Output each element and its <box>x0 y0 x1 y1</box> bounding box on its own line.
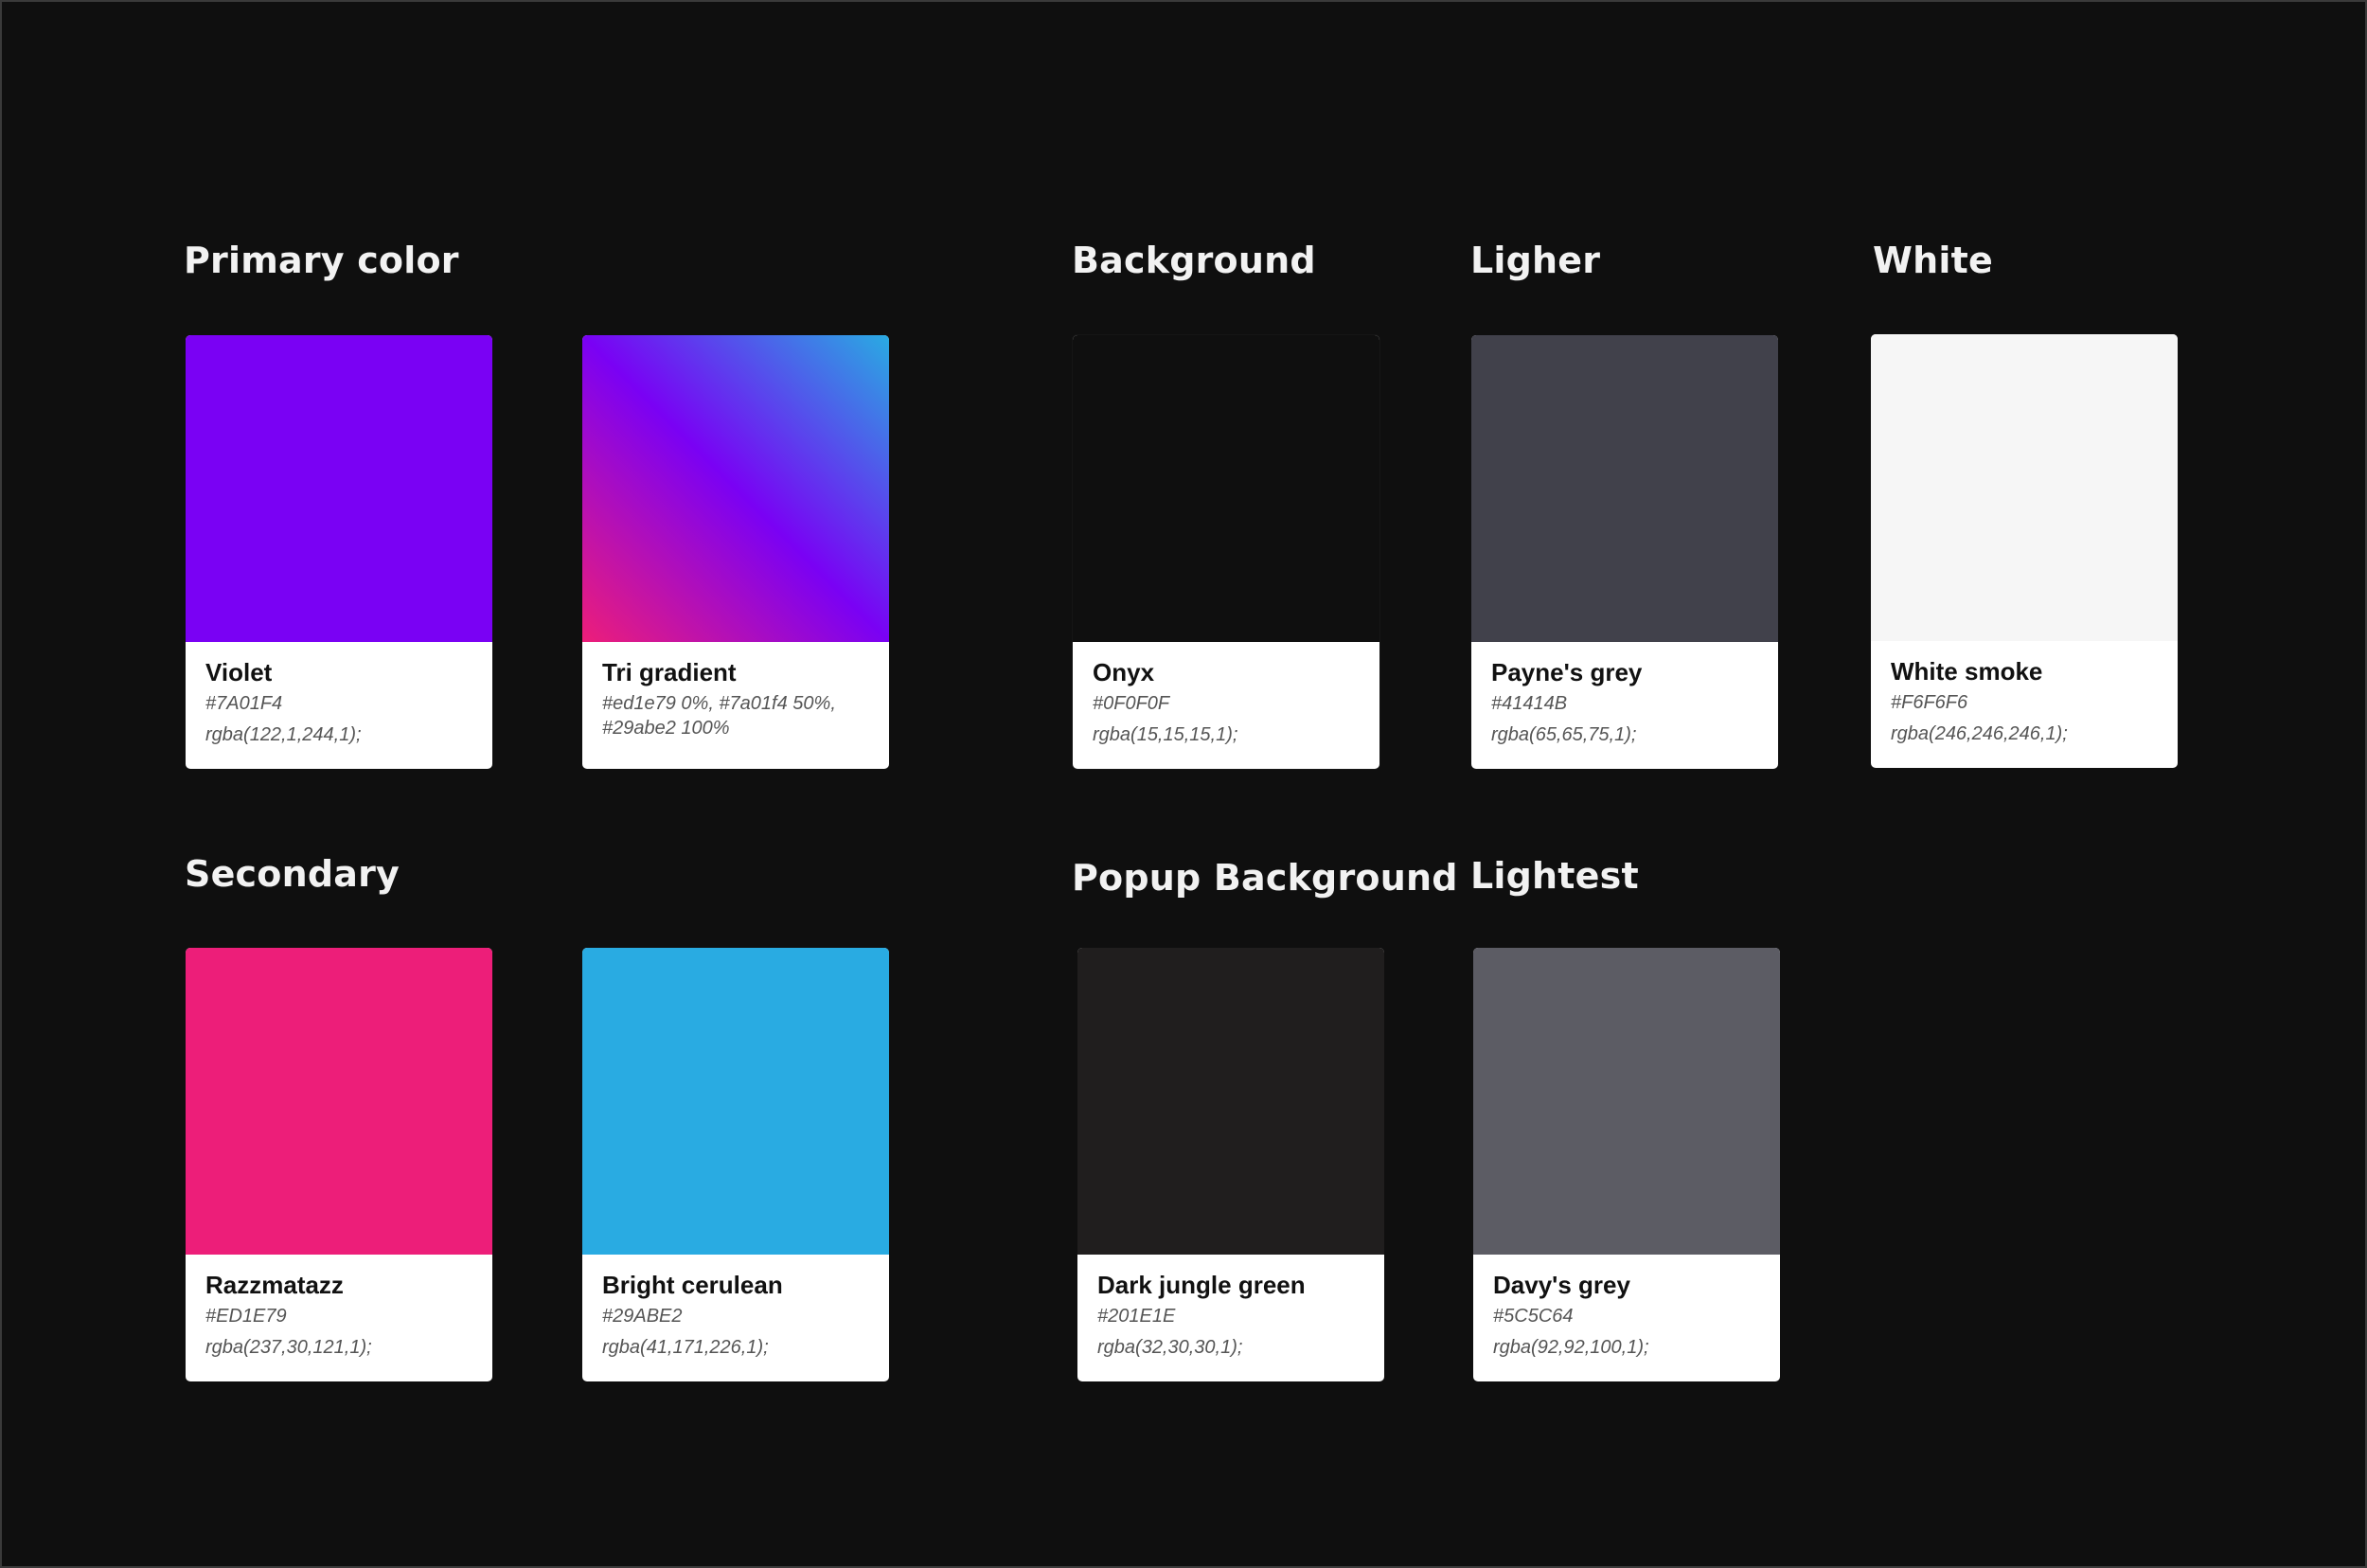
color-name: Onyx <box>1093 658 1155 686</box>
color-swatch-razzmatazz <box>186 948 492 1255</box>
color-card-bright-cerulean: Bright cerulean #29ABE2 rgba(41,171,226,… <box>582 948 889 1381</box>
color-name: Payne's grey <box>1491 658 1643 686</box>
color-info: Davy's grey #5C5C64 rgba(92,92,100,1); <box>1493 1270 1767 1363</box>
color-card-onyx: Onyx #0F0F0F rgba(15,15,15,1); <box>1073 335 1379 769</box>
color-name: Tri gradient <box>602 658 737 686</box>
color-swatch-paynes-grey <box>1471 335 1778 642</box>
color-info: Violet #7A01F4 rgba(122,1,244,1); <box>205 657 479 750</box>
color-info: Onyx #0F0F0F rgba(15,15,15,1); <box>1093 657 1366 750</box>
color-hex: #5C5C64 <box>1493 1306 1574 1327</box>
color-rgba: rgba(237,30,121,1); <box>205 1337 372 1358</box>
section-title-ligher: Ligher <box>1470 240 1601 281</box>
color-hex: #41414B <box>1491 693 1568 714</box>
color-info: Payne's grey #41414B rgba(65,65,75,1); <box>1491 657 1765 750</box>
section-title-primary: Primary color <box>184 240 459 281</box>
color-swatch-white-smoke <box>1871 334 2178 641</box>
color-hex: #ED1E79 <box>205 1306 287 1327</box>
color-card-davys-grey: Davy's grey #5C5C64 rgba(92,92,100,1); <box>1473 948 1780 1381</box>
color-rgba: rgba(65,65,75,1); <box>1491 724 1637 745</box>
color-swatch-tri-gradient <box>582 335 889 642</box>
color-card-paynes-grey: Payne's grey #41414B rgba(65,65,75,1); <box>1471 335 1778 769</box>
color-swatch-davys-grey <box>1473 948 1780 1255</box>
color-rgba: rgba(246,246,246,1); <box>1891 723 2068 744</box>
color-card-razzmatazz: Razzmatazz #ED1E79 rgba(237,30,121,1); <box>186 948 492 1381</box>
color-name: Dark jungle green <box>1097 1271 1306 1299</box>
section-title-background: Background <box>1072 240 1316 281</box>
color-info: White smoke #F6F6F6 rgba(246,246,246,1); <box>1891 656 2164 749</box>
color-hex: #F6F6F6 <box>1891 692 1968 713</box>
color-card-white-smoke: White smoke #F6F6F6 rgba(246,246,246,1); <box>1871 334 2178 768</box>
color-swatch-dark-jungle-green <box>1077 948 1384 1255</box>
color-card-tri-gradient: Tri gradient #ed1e79 0%, #7a01f4 50%, #2… <box>582 335 889 769</box>
color-info: Bright cerulean #29ABE2 rgba(41,171,226,… <box>602 1270 876 1363</box>
color-info: Tri gradient #ed1e79 0%, #7a01f4 50%, #2… <box>602 657 876 740</box>
color-name: Bright cerulean <box>602 1271 783 1299</box>
color-name: Razzmatazz <box>205 1271 344 1299</box>
color-card-dark-jungle-green: Dark jungle green #201E1E rgba(32,30,30,… <box>1077 948 1384 1381</box>
color-gradient-stops: #ed1e79 0%, #7a01f4 50%, #29abe2 100% <box>602 693 836 739</box>
color-hex: #29ABE2 <box>602 1306 683 1327</box>
color-name: Davy's grey <box>1493 1271 1630 1299</box>
color-name: Violet <box>205 658 273 686</box>
color-rgba: rgba(41,171,226,1); <box>602 1337 769 1358</box>
section-title-white: White <box>1873 240 1993 281</box>
color-hex: #201E1E <box>1097 1306 1176 1327</box>
color-info: Dark jungle green #201E1E rgba(32,30,30,… <box>1097 1270 1371 1363</box>
color-rgba: rgba(122,1,244,1); <box>205 724 362 745</box>
color-info: Razzmatazz #ED1E79 rgba(237,30,121,1); <box>205 1270 479 1363</box>
color-swatch-bright-cerulean <box>582 948 889 1255</box>
section-title-secondary: Secondary <box>185 853 400 895</box>
color-rgba: rgba(32,30,30,1); <box>1097 1337 1243 1358</box>
color-hex: #0F0F0F <box>1093 693 1170 714</box>
section-title-lightest: Lightest <box>1470 855 1639 897</box>
color-rgba: rgba(92,92,100,1); <box>1493 1337 1649 1358</box>
color-hex: #7A01F4 <box>205 693 283 714</box>
color-name: White smoke <box>1891 657 2043 686</box>
section-title-popup-background: Popup Background <box>1072 857 1458 899</box>
color-rgba: rgba(15,15,15,1); <box>1093 724 1238 745</box>
color-card-violet: Violet #7A01F4 rgba(122,1,244,1); <box>186 335 492 769</box>
color-swatch-violet <box>186 335 492 642</box>
color-swatch-onyx <box>1073 335 1379 642</box>
